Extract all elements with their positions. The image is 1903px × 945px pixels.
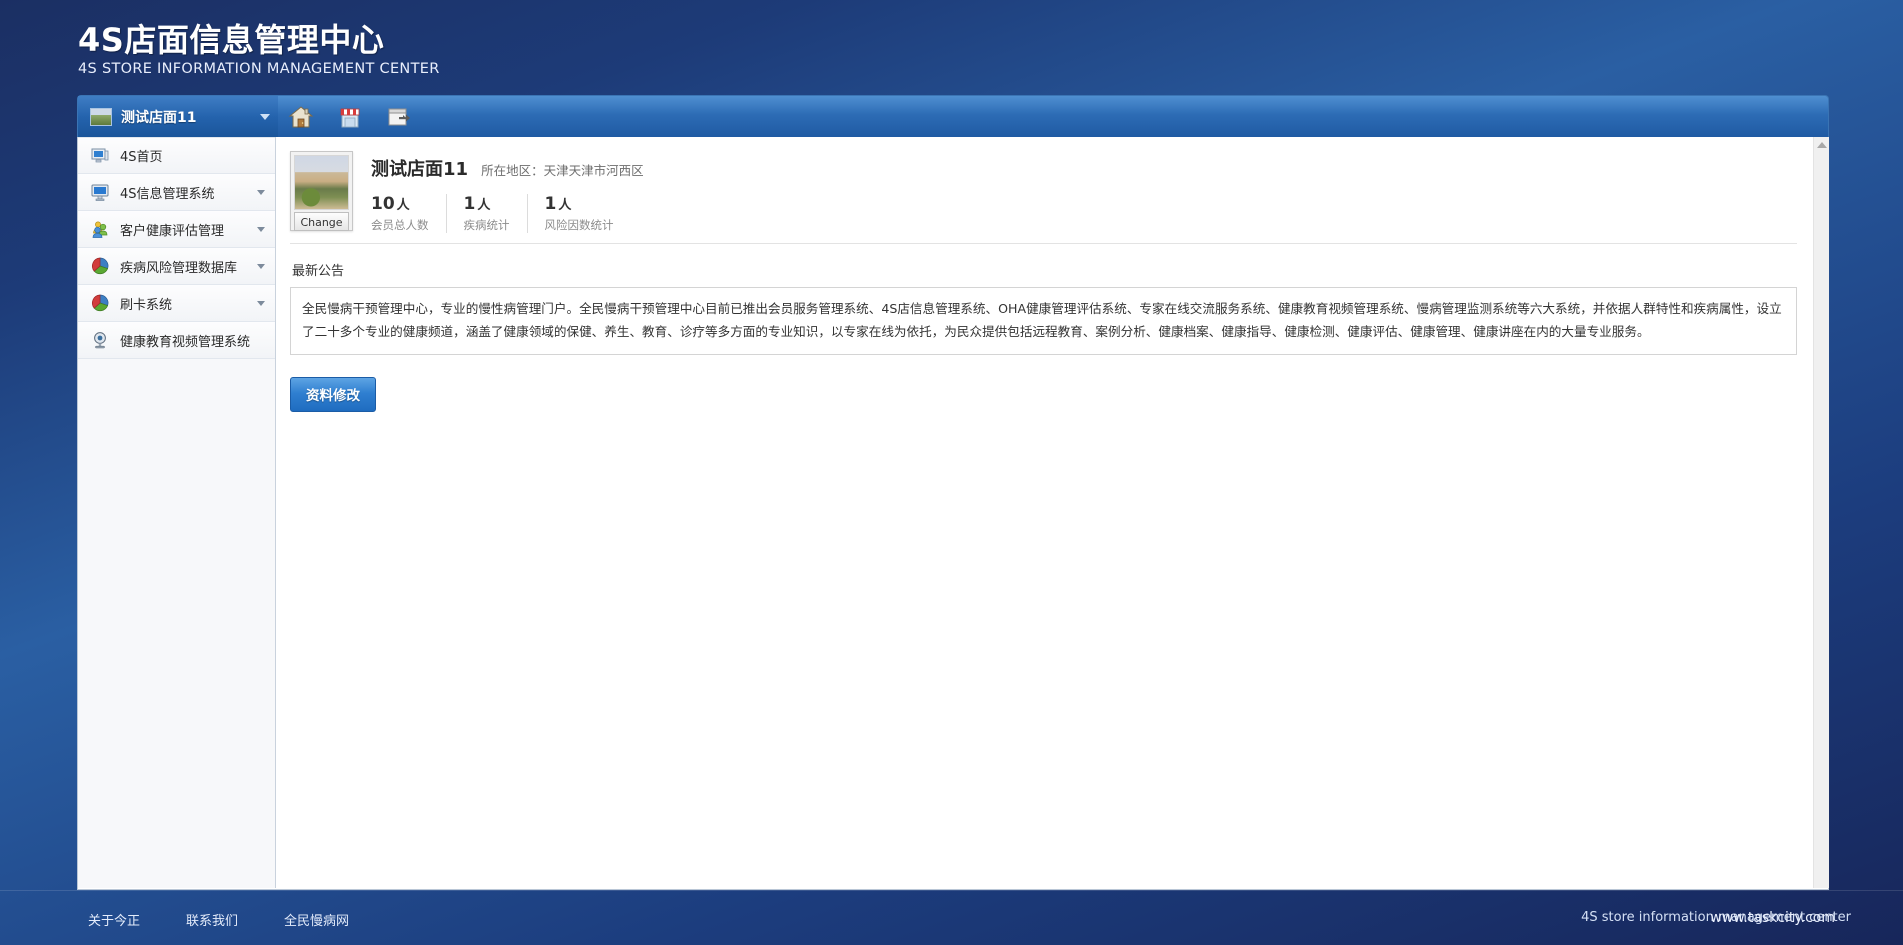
- sidebar-item-label: 客户健康评估管理: [120, 223, 225, 239]
- app-shell: 测试店面11 4S首页 4S信息管理系统 客户健康评估管理 疾病风险管理数据库 …: [77, 95, 1829, 890]
- footer-link-about[interactable]: 关于今正: [88, 910, 140, 929]
- footer-link-group: 关于今正 联系我们 全民慢病网: [88, 910, 349, 929]
- stat-member-total: 10 人 会员总人数: [371, 194, 446, 233]
- store-selector[interactable]: 测试店面11: [78, 96, 278, 138]
- top-nav-icon-group: [288, 96, 412, 138]
- profile-heading: 测试店面11 所在地区：天津天津市河西区: [371, 155, 644, 181]
- webcam-icon: [90, 330, 110, 350]
- sidebar-item-customer-health-assessment[interactable]: 客户健康评估管理: [78, 211, 275, 248]
- sidebar-item-card-swipe-system[interactable]: 刷卡系统: [78, 285, 275, 322]
- sidebar: 4S首页 4S信息管理系统 客户健康评估管理 疾病风险管理数据库 刷卡系统 健康…: [78, 137, 276, 888]
- sidebar-item-4s-info-system[interactable]: 4S信息管理系统: [78, 174, 275, 211]
- footer-link-contact[interactable]: 联系我们: [186, 910, 238, 929]
- store-thumbnail-icon: [90, 108, 112, 126]
- announcement-body: 全民慢病干预管理中心，专业的慢性病管理门户。全民慢病干预管理中心目前已推出会员服…: [290, 287, 1797, 355]
- footer-link-chronic-disease-net[interactable]: 全民慢病网: [284, 910, 349, 929]
- sidebar-item-label: 4S信息管理系统: [120, 186, 215, 202]
- footer-website-url: www.taskcity.com: [1710, 910, 1835, 926]
- sidebar-item-label: 4S首页: [120, 150, 163, 165]
- store-selector-label: 测试店面11: [121, 110, 197, 126]
- chevron-down-icon: [257, 227, 265, 232]
- announcement-title: 最新公告: [292, 264, 345, 279]
- home-icon[interactable]: [288, 104, 314, 130]
- avatar: [294, 155, 349, 210]
- sidebar-item-4s-home[interactable]: 4S首页: [78, 137, 275, 174]
- page-title: 测试店面11: [371, 159, 469, 180]
- app-body: 4S首页 4S信息管理系统 客户健康评估管理 疾病风险管理数据库 刷卡系统 健康…: [77, 137, 1829, 890]
- content-inner: Change 测试店面11 所在地区：天津天津市河西区 10 人 会员总人数 1…: [276, 137, 1813, 888]
- chevron-down-icon: [257, 190, 265, 195]
- stat-unit: 人: [558, 198, 572, 213]
- piechart-icon: [90, 293, 110, 313]
- sidebar-item-label: 健康教育视频管理系统: [120, 334, 251, 350]
- stat-group: 10 人 会员总人数 1人 疾病统计 1 人 风险因数统计: [371, 194, 644, 233]
- chevron-down-icon: [257, 301, 265, 306]
- stat-disease-count: 1人 疾病统计: [445, 194, 527, 233]
- profile-details: 测试店面11 所在地区：天津天津市河西区 10 人 会员总人数 1 人 疾病统计…: [371, 151, 644, 233]
- store-region-label: 所在地区：天津天津市河西区: [481, 163, 644, 178]
- brand-block: 4S店面信息管理中心 4S STORE INFORMATION MANAGEME…: [78, 21, 440, 77]
- stat-unit: 人: [396, 198, 410, 213]
- stat-value: 1: [463, 194, 476, 214]
- stat-label: 风险因数统计: [544, 218, 614, 232]
- store-icon[interactable]: [337, 104, 363, 130]
- content-vertical-scrollbar[interactable]: [1813, 137, 1829, 888]
- brand-title-cn: 4S店面信息管理中心: [78, 21, 385, 59]
- monitor-icon: [90, 146, 110, 166]
- stat-label: 疾病统计: [463, 218, 510, 232]
- scroll-up-arrow-icon[interactable]: [1817, 142, 1827, 148]
- users-icon: [90, 219, 110, 239]
- brand-title-en: 4S STORE INFORMATION MANAGEMENT CENTER: [78, 60, 440, 77]
- top-navigation-bar: 测试店面11: [77, 95, 1829, 138]
- change-avatar-button[interactable]: Change: [294, 212, 349, 231]
- page-header: 4S店面信息管理中心 4S STORE INFORMATION MANAGEME…: [0, 0, 1903, 95]
- stat-risk-factor-count: 1人 风险因数统计: [526, 194, 631, 233]
- sidebar-item-label: 疾病风险管理数据库: [120, 260, 238, 276]
- edit-profile-button[interactable]: 资料修改: [290, 376, 376, 412]
- stat-unit: 人: [477, 198, 491, 213]
- store-profile-panel: Change 测试店面11 所在地区：天津天津市河西区 10 人 会员总人数 1…: [290, 151, 1797, 244]
- content-area: Change 测试店面11 所在地区：天津天津市河西区 10 人 会员总人数 1…: [276, 137, 1829, 888]
- screen-icon: [90, 182, 110, 202]
- sidebar-item-disease-risk-database[interactable]: 疾病风险管理数据库: [78, 248, 275, 285]
- piechart-icon: [90, 256, 110, 276]
- stat-label: 会员总人数: [371, 218, 429, 232]
- page-footer: 关于今正 联系我们 全民慢病网 4S store information man…: [0, 890, 1903, 945]
- footer-right-block: 4S store information management center w…: [1483, 910, 1903, 930]
- stat-value: 1: [544, 194, 557, 214]
- avatar-box: Change: [290, 151, 353, 231]
- chevron-down-icon: [260, 114, 270, 120]
- sidebar-item-health-education-video-system[interactable]: 健康教育视频管理系统: [78, 322, 275, 359]
- stat-value: 10: [371, 194, 395, 214]
- logout-icon[interactable]: [386, 104, 412, 130]
- chevron-down-icon: [257, 264, 265, 269]
- sidebar-item-label: 刷卡系统: [120, 297, 173, 313]
